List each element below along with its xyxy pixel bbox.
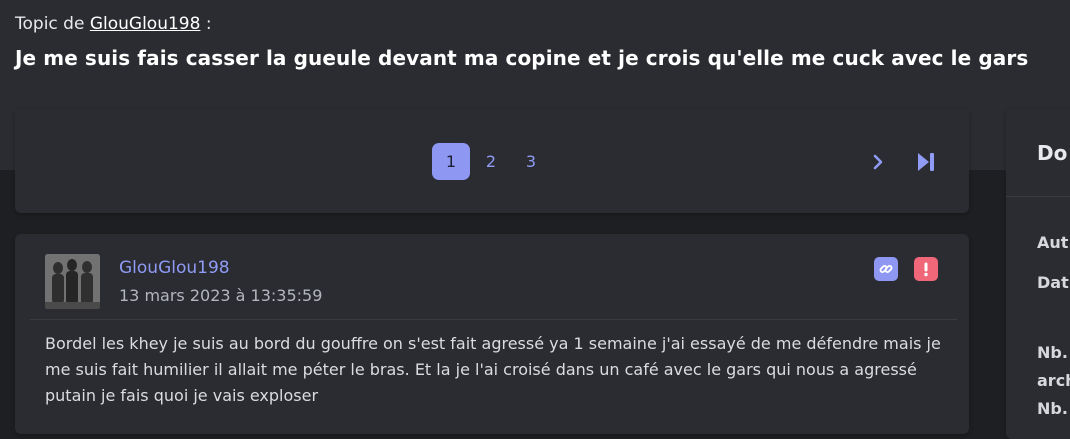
page-title: Je me suis fais casser la gueule devant …	[15, 46, 1029, 70]
report-button[interactable]	[914, 257, 938, 281]
topic-byline: Topic de GlouGlou198 :	[15, 14, 212, 34]
post-card: GlouGlou198 13 mars 2023 à 13:35:59 Bord…	[15, 234, 969, 434]
sidebar-label-count: Nb.	[1037, 343, 1068, 362]
sidebar-label-count-2: Nb.	[1037, 399, 1068, 418]
avatar[interactable]	[45, 254, 100, 309]
pagination-card: 1 2 3	[15, 109, 969, 213]
page-2-button[interactable]: 2	[472, 143, 510, 180]
sidebar-label-author: Aut	[1037, 233, 1069, 252]
chevron-right-icon[interactable]	[867, 151, 889, 173]
sidebar-divider	[1006, 196, 1070, 197]
sidebar-label-archive: arch	[1037, 371, 1070, 390]
topic-suffix: :	[205, 14, 212, 34]
sidebar-title: Do	[1037, 141, 1068, 165]
exclamation-icon	[924, 262, 928, 277]
page-1-button[interactable]: 1	[432, 143, 470, 180]
post-body: Bordel les khey je suis au bord du gouff…	[45, 334, 941, 405]
page-3-button[interactable]: 3	[512, 143, 550, 180]
skip-to-last-icon[interactable]	[915, 150, 937, 174]
sidebar-card: Do Aut Dat Nb. arch Nb.	[1006, 109, 1070, 439]
post-timestamp: 13 mars 2023 à 13:35:59	[119, 286, 323, 305]
pagination: 1 2 3	[432, 143, 552, 180]
link-icon	[879, 265, 893, 273]
post-author-link[interactable]: GlouGlou198	[119, 258, 230, 278]
permalink-button[interactable]	[874, 257, 898, 281]
topic-prefix: Topic de	[15, 14, 85, 34]
topic-author-link[interactable]: GlouGlou198	[90, 14, 201, 34]
post-divider	[30, 319, 957, 320]
avatar-image	[45, 254, 100, 309]
sidebar-label-date: Dat	[1037, 273, 1069, 292]
